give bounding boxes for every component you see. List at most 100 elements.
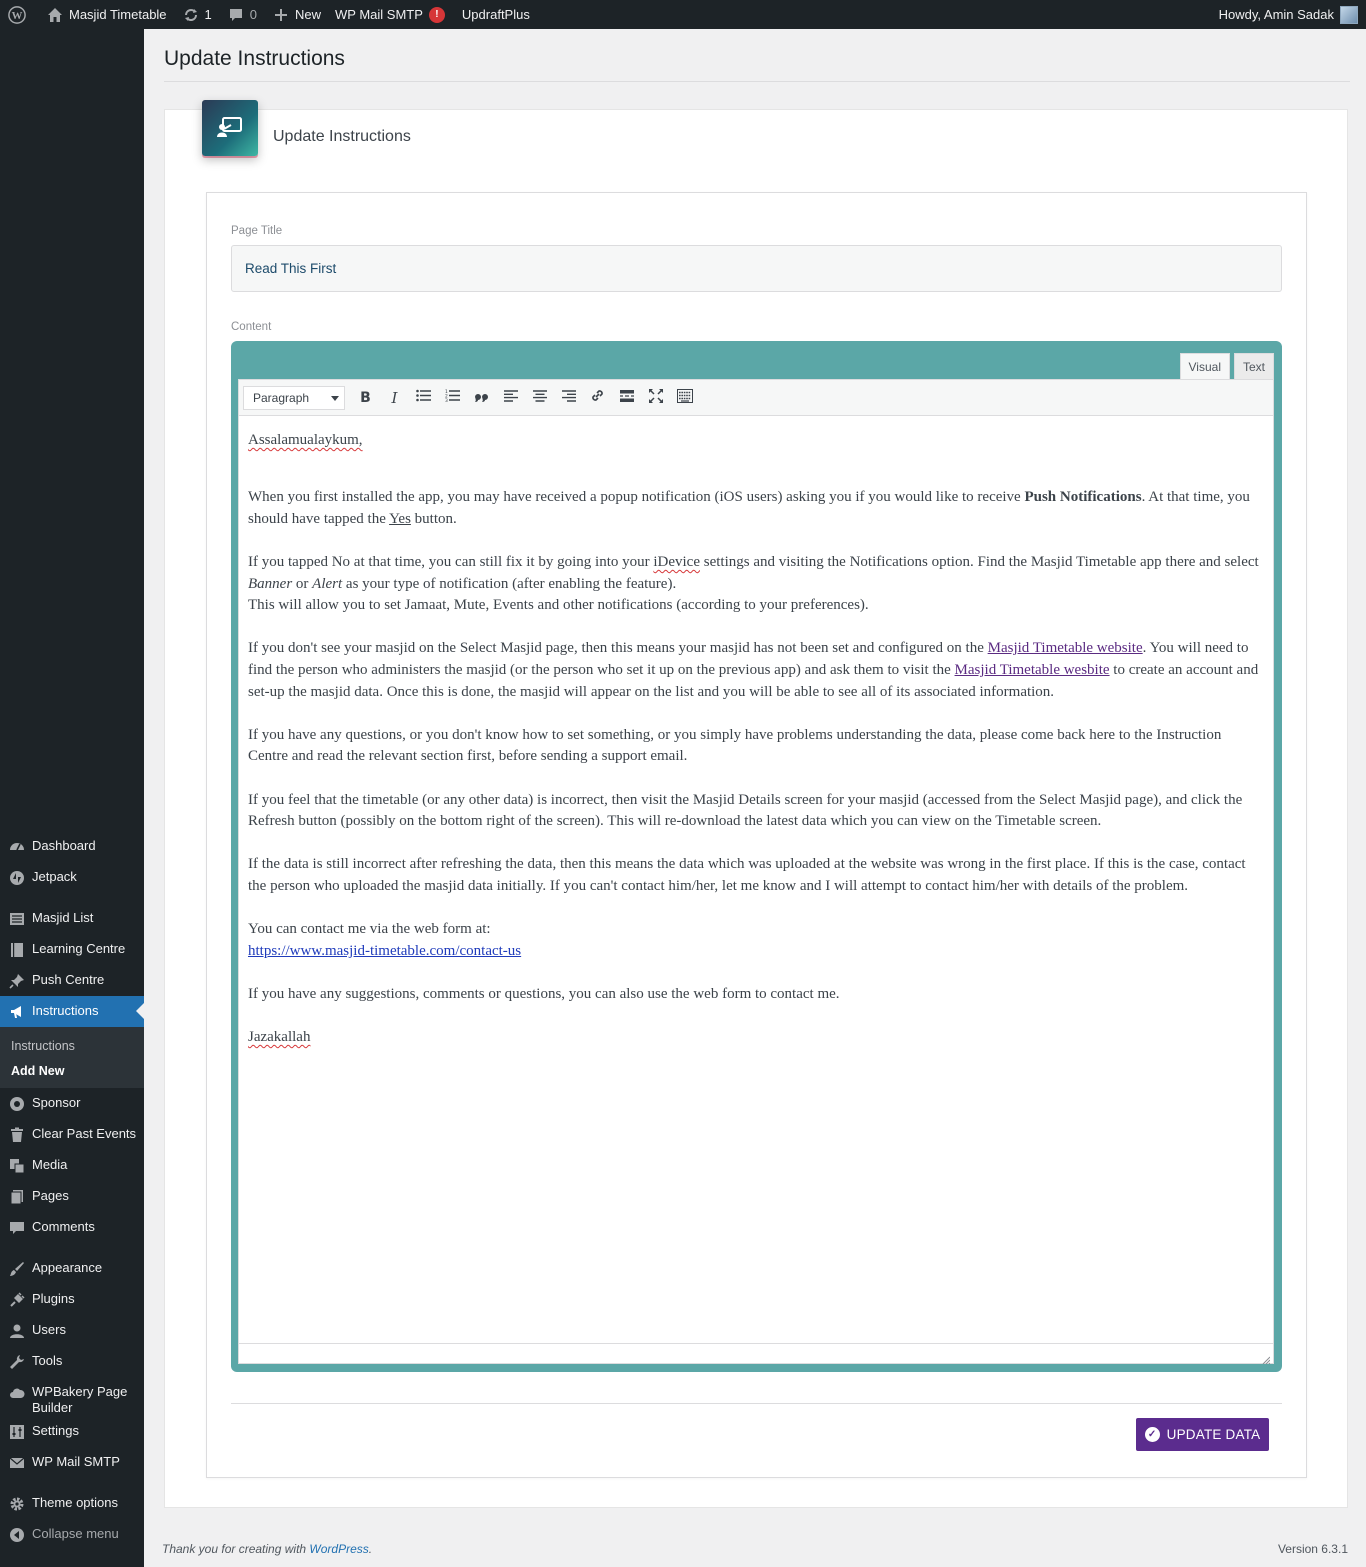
paragraph: Assalamualaykum, xyxy=(248,432,363,448)
submenu-item-add-new[interactable]: Add New xyxy=(0,1059,144,1084)
tab-text[interactable]: Text xyxy=(1233,353,1274,379)
align-right-icon xyxy=(561,389,576,406)
check-circle-icon: ✓ xyxy=(1144,1427,1160,1442)
user-icon xyxy=(8,1322,26,1340)
sidebar-item-media[interactable]: Media xyxy=(0,1150,144,1181)
sidebar-item-users[interactable]: Users xyxy=(0,1315,144,1346)
wordpress-link[interactable]: WordPress xyxy=(309,1542,368,1556)
updraftplus-menu[interactable]: UpdraftPlus xyxy=(452,0,537,29)
sidebar-item-label: Dashboard xyxy=(32,838,96,853)
sidebar-item-label: Push Centre xyxy=(32,972,105,987)
wp-mail-smtp-menu[interactable]: WP Mail SMTP ! xyxy=(328,0,452,29)
editor-content[interactable]: Assalamualaykum, When you first installe… xyxy=(239,416,1273,1049)
fullscreen-icon xyxy=(647,387,664,407)
wordpress-logo-icon: W xyxy=(7,5,27,25)
resize-handle-icon[interactable] xyxy=(1262,1352,1271,1365)
blockquote-button[interactable] xyxy=(467,384,496,412)
card-icon-badge xyxy=(202,100,258,156)
sidebar-item-settings[interactable]: Settings xyxy=(0,1416,144,1447)
editor-toolbar: Paragraph B I 123 xyxy=(239,380,1273,416)
insert-link-button[interactable] xyxy=(583,384,612,412)
sidebar-item-push-centre[interactable]: Push Centre xyxy=(0,965,144,996)
admin-bar: W Masjid Timetable 1 0 New WP Mail SMTP … xyxy=(0,0,1366,29)
paragraph: If you have any suggestions, comments or… xyxy=(248,985,840,1002)
wrench-icon xyxy=(8,1353,26,1371)
site-name-menu[interactable]: Masjid Timetable xyxy=(38,0,174,29)
fullscreen-button[interactable] xyxy=(641,384,670,412)
sidebar-item-plugins[interactable]: Plugins xyxy=(0,1284,144,1315)
new-label: New xyxy=(295,7,322,22)
align-center-button[interactable] xyxy=(525,384,554,412)
page-title-input[interactable] xyxy=(231,245,1282,292)
plus-icon xyxy=(271,5,291,25)
sidebar-item-wpbakery[interactable]: WPBakery Page Builder xyxy=(0,1377,144,1416)
wp-mail-smtp-alert-badge: ! xyxy=(428,6,445,23)
updates-icon xyxy=(181,5,201,25)
sidebar-item-label: Tools xyxy=(32,1353,63,1368)
sidebar-item-clear-past-events[interactable]: Clear Past Events xyxy=(0,1119,144,1150)
main-content: Update Instructions Update Instructions … xyxy=(144,29,1366,1567)
sidebar-item-label: Instructions xyxy=(32,1003,99,1018)
collapse-menu-button[interactable]: Collapse menu xyxy=(0,1519,144,1550)
sidebar-item-jetpack[interactable]: Jetpack xyxy=(0,862,144,893)
numbered-list-button[interactable]: 123 xyxy=(438,384,467,412)
wordpress-logo-menu[interactable]: W xyxy=(0,0,38,29)
paragraph: You can contact me via the web form at: h… xyxy=(248,921,522,959)
sidebar-item-dashboard[interactable]: Dashboard xyxy=(0,831,144,862)
masjid-timetable-website-link[interactable]: Masjid Timetable website xyxy=(988,640,1143,656)
submenu-item-instructions[interactable]: Instructions xyxy=(0,1034,144,1059)
updates-menu[interactable]: 1 xyxy=(174,0,219,29)
sidebar-item-label: Collapse menu xyxy=(32,1526,119,1541)
read-more-icon xyxy=(619,389,634,406)
paragraph: If you feel that the timetable (or any o… xyxy=(248,791,1243,830)
format-select[interactable]: Paragraph xyxy=(243,385,345,410)
pin-icon xyxy=(8,972,26,990)
jetpack-icon xyxy=(8,869,26,887)
contact-us-link[interactable]: https://www.masjid-timetable.com/contact… xyxy=(248,943,521,959)
paragraph: If the data is still incorrect after ref… xyxy=(248,856,1246,894)
new-content-menu[interactable]: New xyxy=(264,0,328,29)
updates-count: 1 xyxy=(204,7,212,22)
sidebar-item-theme-options[interactable]: Theme options xyxy=(0,1488,144,1519)
chevron-down-icon xyxy=(331,391,339,405)
sidebar-item-label: WP Mail SMTP xyxy=(32,1454,120,1469)
page-title-label: Page Title xyxy=(231,225,283,237)
settings-sliders-icon xyxy=(8,1423,26,1441)
italic-button[interactable]: I xyxy=(380,384,409,412)
sidebar-item-tools[interactable]: Tools xyxy=(0,1346,144,1377)
align-left-button[interactable] xyxy=(496,384,525,412)
sidebar-item-masjid-list[interactable]: Masjid List xyxy=(0,903,144,934)
sidebar-item-sponsor[interactable]: Sponsor xyxy=(0,1088,144,1119)
sidebar-item-appearance[interactable]: Appearance xyxy=(0,1253,144,1284)
bold-button[interactable]: B xyxy=(351,384,380,412)
list-icon xyxy=(8,910,26,928)
update-data-button[interactable]: ✓ UPDATE DATA xyxy=(1136,1418,1269,1451)
sidebar-item-label: Jetpack xyxy=(32,869,77,884)
sidebar-item-instructions[interactable]: Instructions xyxy=(0,996,144,1027)
editor-tabs: Visual Text xyxy=(1176,353,1274,379)
toolbar-toggle-button[interactable] xyxy=(670,384,699,412)
bullet-list-button[interactable] xyxy=(409,384,438,412)
sidebar-item-label: Media xyxy=(32,1157,68,1172)
paragraph: When you first installed the app, you ma… xyxy=(248,489,1250,527)
masjid-timetable-wesbite-link[interactable]: Masjid Timetable wesbite xyxy=(955,662,1110,678)
sidebar-item-comments[interactable]: Comments xyxy=(0,1212,144,1243)
tab-visual[interactable]: Visual xyxy=(1179,353,1230,379)
align-left-icon xyxy=(503,389,518,406)
numbered-list-icon: 123 xyxy=(445,389,460,406)
sidebar-item-pages[interactable]: Pages xyxy=(0,1181,144,1212)
update-card: Update Instructions Page Title Content V… xyxy=(164,100,1348,1508)
comments-menu[interactable]: 0 xyxy=(219,0,264,29)
admin-sidebar: Dashboard Jetpack Masjid List Learning C… xyxy=(0,29,144,1567)
avatar xyxy=(1340,5,1358,24)
read-more-button[interactable] xyxy=(612,384,641,412)
align-right-button[interactable] xyxy=(554,384,583,412)
media-icon xyxy=(8,1157,26,1175)
sidebar-item-learning-centre[interactable]: Learning Centre xyxy=(0,934,144,965)
sidebar-item-label: Sponsor xyxy=(32,1095,81,1110)
my-account-menu[interactable]: Howdy, Amin Sadak xyxy=(1212,0,1366,29)
blockquote-icon xyxy=(474,389,489,406)
sidebar-item-wp-mail-smtp[interactable]: WP Mail SMTP xyxy=(0,1447,144,1478)
paragraph: If you have any questions, or you don't … xyxy=(248,726,1222,765)
brush-icon xyxy=(8,1260,26,1278)
